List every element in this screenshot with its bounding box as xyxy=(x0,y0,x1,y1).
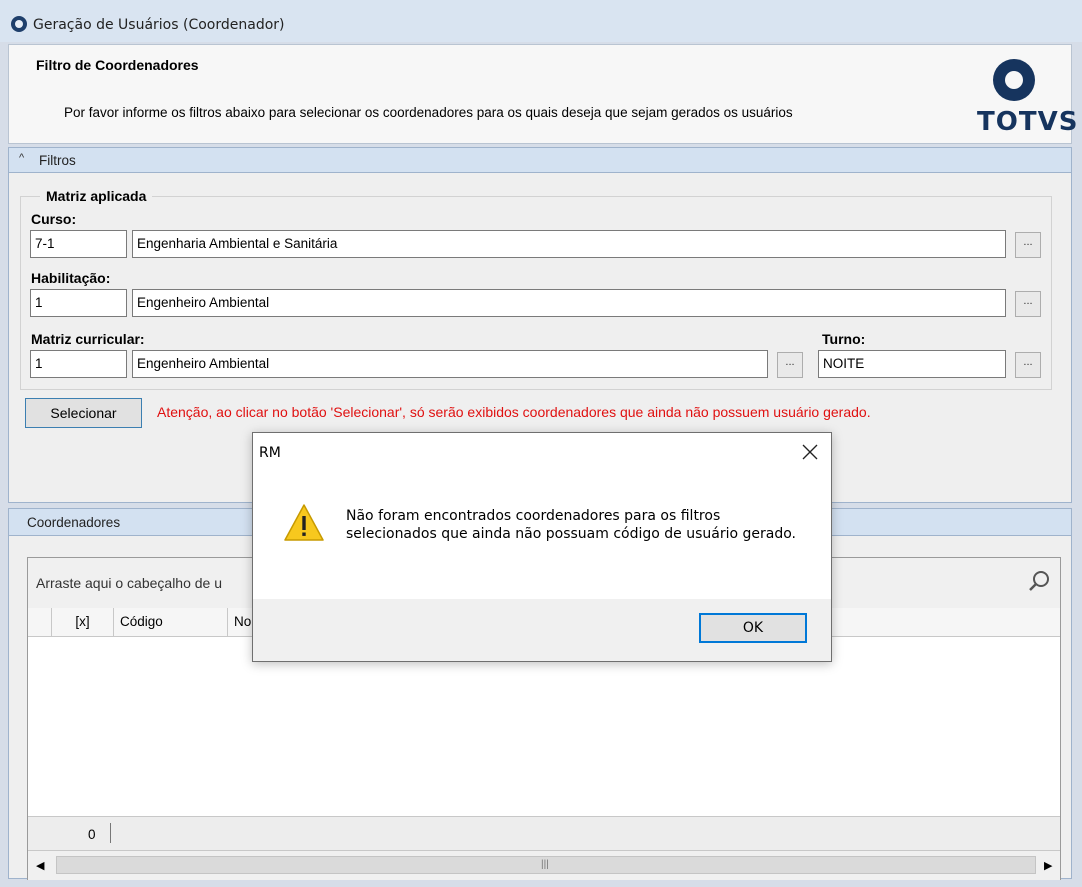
row-indicator-header xyxy=(28,608,52,636)
turno-label: Turno: xyxy=(822,331,866,347)
grid-footer: 0 xyxy=(28,816,1060,851)
search-icon[interactable] xyxy=(1028,570,1050,592)
turno-lookup-button[interactable]: ... xyxy=(1015,352,1041,378)
curso-name-input[interactable]: Engenharia Ambiental e Sanitária xyxy=(132,230,1006,258)
selecionar-button[interactable]: Selecionar xyxy=(25,398,142,428)
totvs-logo-text: TOTVS xyxy=(977,107,1079,137)
habilitacao-code-input[interactable]: 1 xyxy=(30,289,127,317)
matriz-label: Matriz curricular: xyxy=(31,331,145,347)
dialog-title: RM xyxy=(259,445,281,461)
selecionar-warning: Atenção, ao clicar no botão 'Selecionar'… xyxy=(157,404,871,420)
curso-lookup-button[interactable]: ... xyxy=(1015,232,1041,258)
header-description: Por favor informe os filtros abaixo para… xyxy=(64,105,793,120)
column-codigo[interactable]: Código xyxy=(114,608,228,636)
warning-icon xyxy=(284,504,324,541)
filtros-section-label: Filtros xyxy=(39,153,76,168)
dialog-footer: OK xyxy=(253,599,831,661)
app-icon xyxy=(11,16,27,32)
habilitacao-label: Habilitação: xyxy=(31,270,111,286)
dialog-message: Não foram encontrados coordenadores para… xyxy=(346,508,797,542)
header-title: Filtro de Coordenadores xyxy=(36,57,199,73)
scroll-left-icon[interactable]: ◀ xyxy=(36,859,44,872)
close-icon[interactable] xyxy=(799,441,821,463)
habilitacao-name-input[interactable]: Engenheiro Ambiental xyxy=(132,289,1006,317)
column-select[interactable]: [x] xyxy=(52,608,114,636)
curso-code-input[interactable]: 7-1 xyxy=(30,230,127,258)
horizontal-scrollbar[interactable]: ◀ ||| ▶ xyxy=(28,850,1060,880)
scroll-grip-icon: ||| xyxy=(541,859,549,870)
record-count: 0 xyxy=(88,827,96,842)
matriz-lookup-button[interactable]: ... xyxy=(777,352,803,378)
message-dialog: RM Não foram encontrados coordenadores p… xyxy=(252,432,832,662)
scroll-thumb[interactable]: ||| xyxy=(56,856,1036,874)
coordenadores-section-label: Coordenadores xyxy=(27,515,121,530)
curso-label: Curso: xyxy=(31,211,77,227)
totvs-logo-icon xyxy=(993,59,1035,101)
ok-button[interactable]: OK xyxy=(699,613,807,643)
matriz-name-input[interactable]: Engenheiro Ambiental xyxy=(132,350,768,378)
filtros-section-header[interactable]: ^ Filtros xyxy=(8,147,1072,173)
matriz-aplicada-title: Matriz aplicada xyxy=(40,188,153,204)
chevron-up-icon[interactable]: ^ xyxy=(19,152,24,164)
window-title: Geração de Usuários (Coordenador) xyxy=(33,17,285,33)
turno-input[interactable]: NOITE xyxy=(818,350,1006,378)
window-title-bar: Geração de Usuários (Coordenador) xyxy=(0,0,1082,42)
habilitacao-lookup-button[interactable]: ... xyxy=(1015,291,1041,317)
footer-divider xyxy=(110,823,111,843)
matriz-code-input[interactable]: 1 xyxy=(30,350,127,378)
scroll-right-icon[interactable]: ▶ xyxy=(1044,859,1052,872)
header-panel: Filtro de Coordenadores Por favor inform… xyxy=(8,44,1077,144)
group-by-hint: Arraste aqui o cabeçalho de u xyxy=(36,575,223,591)
